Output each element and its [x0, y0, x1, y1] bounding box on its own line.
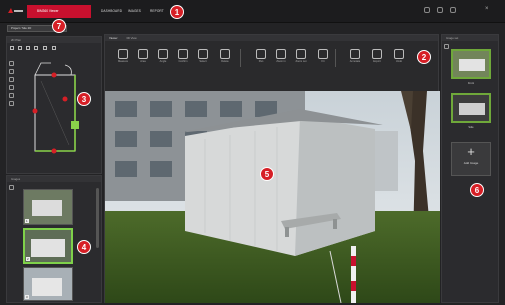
tool-pencil-button[interactable]: Measure	[113, 49, 133, 69]
list-icon[interactable]	[9, 185, 14, 190]
check-icon	[178, 49, 188, 59]
pin-icon[interactable]	[9, 101, 14, 106]
menu-images[interactable]: IMAGES	[128, 9, 141, 13]
annotate-icon	[350, 49, 360, 59]
tool-label: Fit	[321, 60, 325, 63]
tool-select-button[interactable]: Select	[193, 49, 213, 69]
image-set-panel: Image set Front Side + Add Image	[441, 34, 499, 303]
image-thumbnail[interactable]: 1	[23, 189, 73, 225]
tool-square-button[interactable]: Area	[133, 49, 153, 69]
image-thumbnail-selected[interactable]: 2	[23, 228, 73, 264]
brand-logo	[7, 7, 24, 15]
callout-marker: 4	[77, 240, 91, 254]
image-set-thumbnail[interactable]	[451, 93, 491, 123]
square-icon	[138, 49, 148, 59]
zoom-out-icon	[296, 49, 306, 59]
thumbnail-label: 3	[25, 295, 29, 299]
callout-marker: 3	[77, 92, 91, 106]
tool-fit-button[interactable]: Fit	[313, 49, 333, 69]
ruler-icon[interactable]	[9, 93, 14, 98]
thumbnail-label: 1	[25, 219, 29, 223]
tool-check-button[interactable]: Confirm	[173, 49, 193, 69]
select-icon	[198, 49, 208, 59]
callout-marker: 1	[170, 5, 184, 19]
tool-label: Undo	[395, 60, 403, 63]
tool-undo-button[interactable]: Undo	[389, 49, 409, 69]
tool-label: Confirm	[178, 60, 188, 63]
add-image-button[interactable]: + Add Image	[451, 142, 491, 176]
help-icon[interactable]	[450, 7, 456, 13]
export-icon	[372, 49, 382, 59]
grid-icon[interactable]	[18, 46, 22, 50]
hand-icon	[256, 49, 266, 59]
plan-toolbar	[10, 46, 80, 52]
copy-icon[interactable]	[9, 69, 14, 74]
tool-label: Export	[373, 60, 381, 63]
images-panel-title: Images	[7, 176, 101, 182]
trash-icon	[220, 49, 230, 59]
select-tool-icon[interactable]	[9, 61, 14, 66]
callout-marker: 7	[52, 19, 66, 33]
plus-icon: +	[467, 144, 475, 159]
top-bar: BIM360 Viewer DASHBOARD IMAGES REPORT ×	[0, 0, 505, 23]
tool-export-button[interactable]: Export	[367, 49, 387, 69]
app-tab[interactable]: BIM360 Viewer	[27, 5, 91, 18]
pencil-icon	[118, 49, 128, 59]
menu-report[interactable]: REPORT	[150, 9, 164, 13]
menu-dashboard[interactable]: DASHBOARD	[101, 9, 122, 13]
viewer-toolbar: Measure Area Angle Confirm Select Delete Pan Zo…	[105, 35, 440, 75]
tool-label: Select	[199, 60, 207, 63]
settings-icon[interactable]	[424, 7, 430, 13]
tool-zoom-in-button[interactable]: Zoom in	[271, 49, 291, 69]
toolbar-divider	[240, 49, 241, 67]
tool-label: Zoom in	[276, 60, 286, 63]
undo-icon	[394, 49, 404, 59]
scrollbar[interactable]	[96, 188, 99, 248]
layers-icon[interactable]	[10, 46, 14, 50]
toolbar-divider	[335, 49, 336, 67]
more-icon[interactable]	[52, 46, 56, 50]
user-icon[interactable]	[437, 7, 443, 13]
image-icon[interactable]	[9, 85, 14, 90]
options-icon[interactable]	[444, 44, 449, 49]
tool-angle-button[interactable]: Angle	[153, 49, 173, 69]
images-panel: Images 1 2 3	[6, 175, 102, 303]
tool-label: Angle	[159, 60, 167, 63]
tool-zoom-out-button[interactable]: Zoom out	[291, 49, 311, 69]
tool-label: Delete	[221, 60, 229, 63]
image-set-thumbnail[interactable]	[451, 49, 491, 79]
tool-label: Pan	[258, 60, 264, 63]
tool-hand-button[interactable]: Pan	[251, 49, 271, 69]
tool-label: Measure	[117, 60, 129, 63]
fit-icon	[318, 49, 328, 59]
floor-plan[interactable]	[21, 55, 91, 159]
thumbnail-label: 2	[26, 257, 30, 261]
add-image-label: Add Image	[463, 161, 479, 165]
tool-label: Area	[140, 60, 146, 63]
eye-icon[interactable]	[34, 46, 38, 50]
tool-label: Annotate	[349, 60, 361, 63]
filter-icon[interactable]	[26, 46, 30, 50]
close-icon[interactable]: ×	[485, 6, 491, 13]
app-window: BIM360 Viewer DASHBOARD IMAGES REPORT × …	[0, 0, 505, 305]
thumbnail-caption: Side	[468, 126, 474, 129]
panorama-image[interactable]	[105, 91, 440, 303]
rotate-icon[interactable]	[9, 77, 14, 82]
zoom-in-icon	[276, 49, 286, 59]
tool-trash-button[interactable]: Delete	[215, 49, 235, 69]
lock-icon[interactable]	[43, 46, 47, 50]
image-thumbnail[interactable]: 3	[23, 267, 73, 301]
callout-marker: 6	[470, 183, 484, 197]
plan-panel-title: 2D Plan	[7, 37, 101, 43]
angle-icon	[158, 49, 168, 59]
thumbnail-caption: Front	[467, 82, 475, 85]
image-set-title: Image set	[442, 35, 498, 41]
tool-label: Zoom out	[295, 60, 307, 63]
scene-image	[105, 91, 440, 303]
callout-marker: 2	[417, 50, 431, 64]
callout-marker: 5	[260, 167, 274, 181]
tool-annotate-button[interactable]: Annotate	[345, 49, 365, 69]
